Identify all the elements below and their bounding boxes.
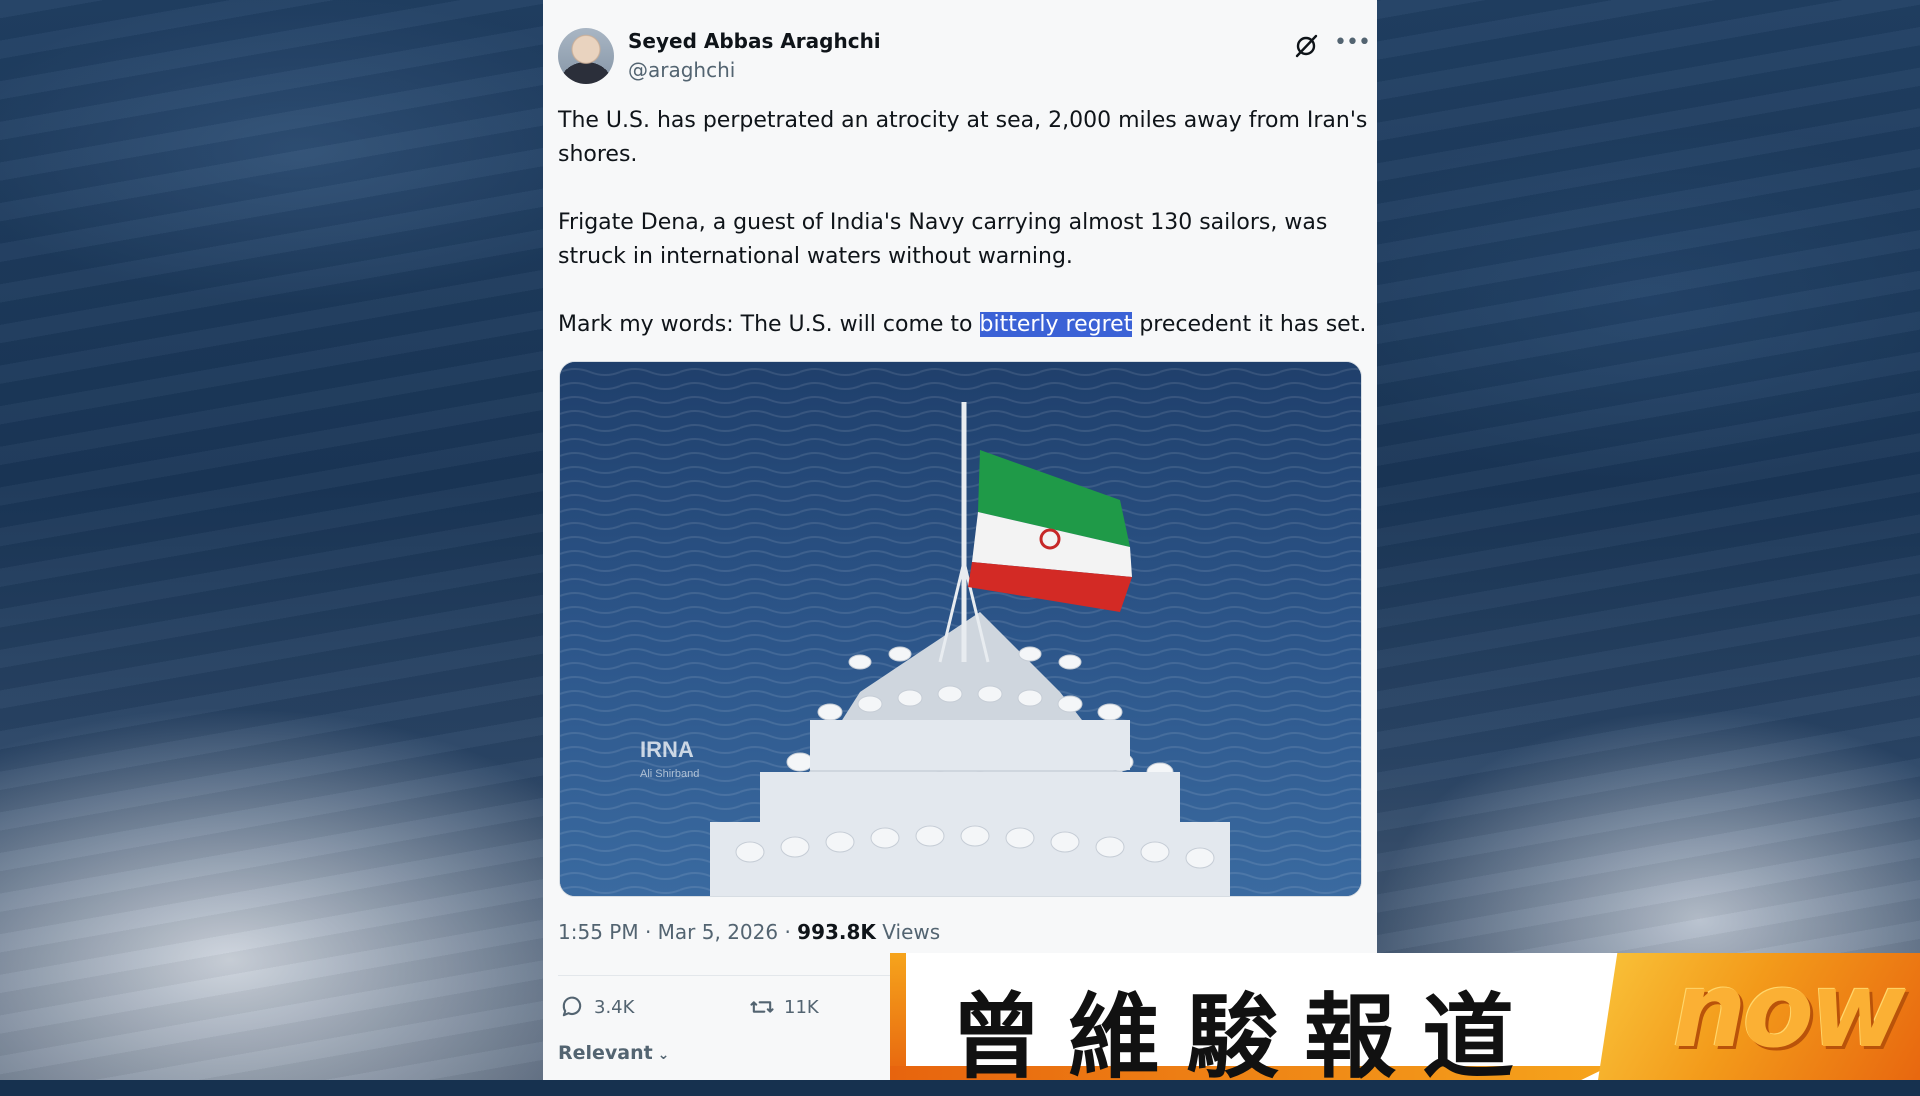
views-count: 993.8K (797, 920, 876, 944)
views-label: Views (875, 920, 941, 944)
reply-button[interactable]: 3.4K (558, 993, 634, 1021)
author-name[interactable]: Seyed Abbas Araghchi (628, 29, 881, 53)
news-caption-bar: 曾維駿報道 now (890, 953, 1920, 1091)
caption-accent-left (890, 953, 906, 1080)
now-logo: now (1672, 949, 1906, 1071)
timestamp[interactable]: 1:55 PM · Mar 5, 2026 · (558, 920, 797, 944)
image-watermark: IRNA (640, 737, 694, 762)
paragraph-3-start: Mark my words: The U.S. will come to (558, 312, 980, 337)
chevron-down-icon: ⌄ (652, 1047, 670, 1063)
tweet-text: The U.S. has perpetrated an atrocity at … (558, 104, 1368, 342)
author-avatar[interactable] (558, 28, 614, 84)
repost-button[interactable]: 11K (748, 993, 819, 1021)
tweet-paragraph-1: The U.S. has perpetrated an atrocity at … (558, 108, 1368, 167)
tweet-paragraph-3: Mark my words: The U.S. will come to bit… (558, 308, 1368, 342)
tweet-image[interactable]: IRNA Ali Shirband (559, 361, 1362, 897)
reply-icon (562, 996, 582, 1017)
grok-icon[interactable] (1292, 32, 1320, 60)
image-credit: Ali Shirband (640, 768, 699, 780)
reporter-caption: 曾維駿報道 (950, 984, 1541, 1091)
selected-text-highlight: bitterly regret (979, 312, 1133, 337)
tweet-metadata: 1:55 PM · Mar 5, 2026 · 993.8K Views (558, 920, 940, 944)
tweet-header: Seyed Abbas Araghchi @araghchi ••• (558, 26, 1371, 86)
repost-count: 11K (784, 996, 819, 1018)
author-handle[interactable]: @araghchi (628, 58, 735, 82)
more-options-icon[interactable]: ••• (1334, 32, 1371, 60)
channel-logo-box: now (1598, 953, 1920, 1080)
sort-dropdown[interactable]: Relevant ⌄ (558, 1042, 669, 1064)
tweet-card: Seyed Abbas Araghchi @araghchi ••• The U… (543, 0, 1377, 1080)
tweet-paragraph-2: Frigate Dena, a guest of India's Navy ca… (558, 210, 1328, 269)
paragraph-3-end: precedent it has set. (1132, 312, 1367, 337)
sort-label: Relevant (558, 1042, 653, 1064)
repost-icon (750, 1001, 774, 1013)
reply-count: 3.4K (594, 996, 635, 1018)
